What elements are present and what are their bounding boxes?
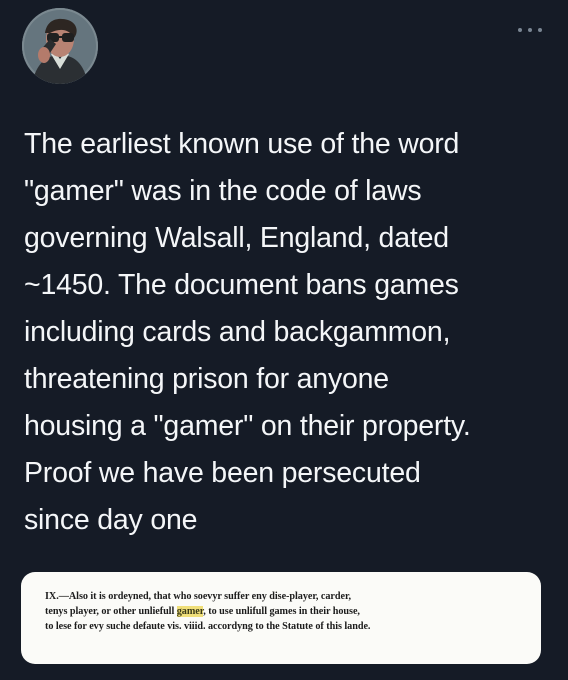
post-card: The earliest known use of the word "game…	[0, 0, 568, 680]
document-excerpt-text: IX.—Also it is ordeyned, that who soevyr…	[45, 590, 519, 634]
more-dot-icon	[518, 28, 522, 32]
avatar[interactable]	[22, 8, 98, 84]
more-horizontal-icon[interactable]	[518, 25, 542, 35]
more-dot-icon	[538, 28, 542, 32]
avatar-photo	[22, 8, 98, 84]
highlighted-gamer-word: gamer	[176, 605, 204, 617]
tweet-text: The earliest known use of the word "game…	[24, 128, 471, 536]
more-dot-icon	[528, 28, 532, 32]
document-excerpt-image[interactable]: IX.—Also it is ordeyned, that who soevyr…	[21, 572, 541, 664]
